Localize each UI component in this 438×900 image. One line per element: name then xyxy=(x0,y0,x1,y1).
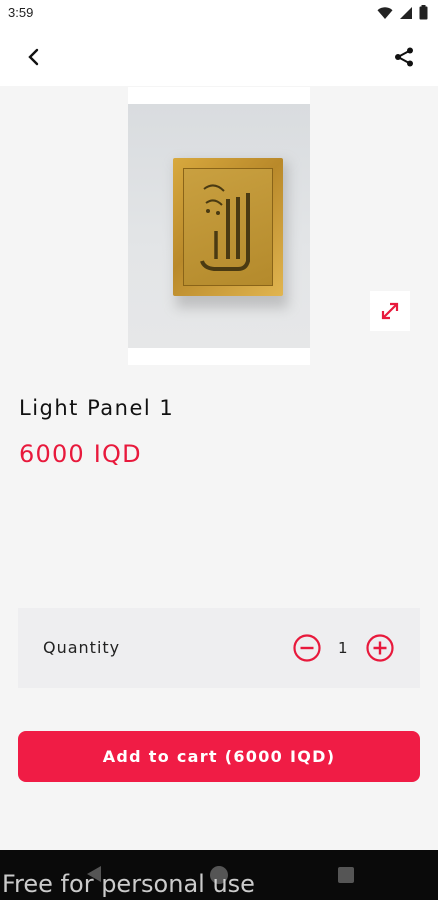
wifi-icon xyxy=(377,6,393,19)
decrease-quantity-button[interactable] xyxy=(292,633,322,663)
battery-icon xyxy=(419,5,428,20)
chevron-left-icon xyxy=(28,48,39,66)
product-title: Light Panel 1 xyxy=(19,396,175,420)
quantity-label: Quantity xyxy=(43,638,121,657)
calligraphy-frame xyxy=(173,158,283,296)
calligraphy-panel xyxy=(183,168,273,286)
status-bar: 3:59 xyxy=(0,0,438,28)
watermark-text: Free for personal use xyxy=(2,870,255,898)
share-button[interactable] xyxy=(390,43,418,71)
status-icons xyxy=(377,5,428,20)
cellular-signal-icon xyxy=(400,6,412,19)
app-bar xyxy=(0,28,438,86)
calligraphy-artwork xyxy=(200,184,250,271)
product-image-container[interactable] xyxy=(128,87,310,365)
product-price: 6000 IQD xyxy=(19,440,142,468)
nav-recents-icon[interactable] xyxy=(338,867,354,883)
expand-image-button[interactable] xyxy=(370,291,410,331)
product-image xyxy=(128,104,310,348)
quantity-value: 1 xyxy=(338,639,348,657)
quantity-selector: Quantity 1 xyxy=(18,608,420,688)
increase-quantity-button[interactable] xyxy=(365,633,395,663)
expand-icon xyxy=(381,302,399,320)
add-to-cart-button[interactable]: Add to cart (6000 IQD) xyxy=(18,731,420,782)
back-button[interactable] xyxy=(20,43,48,71)
share-icon xyxy=(395,47,413,67)
status-time: 3:59 xyxy=(8,5,34,20)
